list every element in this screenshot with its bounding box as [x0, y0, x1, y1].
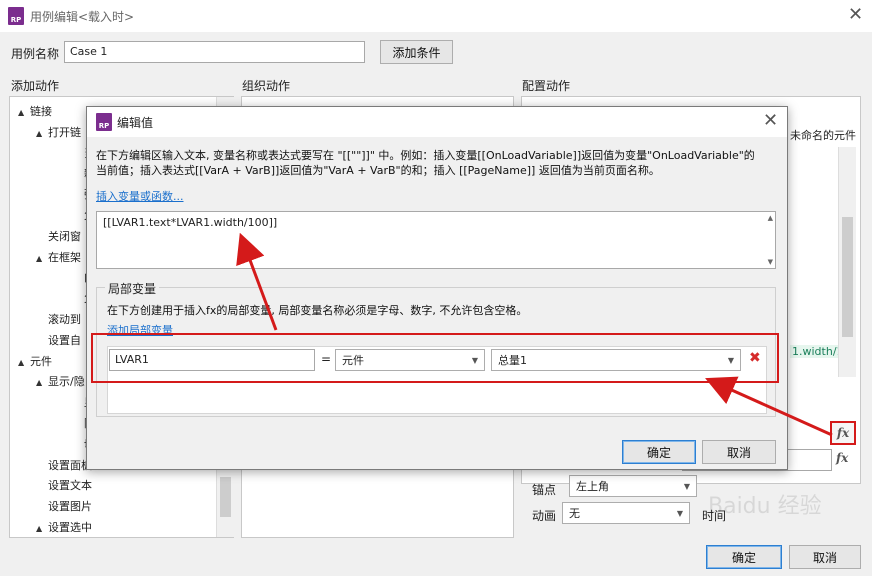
arrow-to-expression	[236, 232, 278, 331]
arrow-to-local-variable	[705, 376, 833, 437]
annotation-arrows	[236, 232, 833, 437]
